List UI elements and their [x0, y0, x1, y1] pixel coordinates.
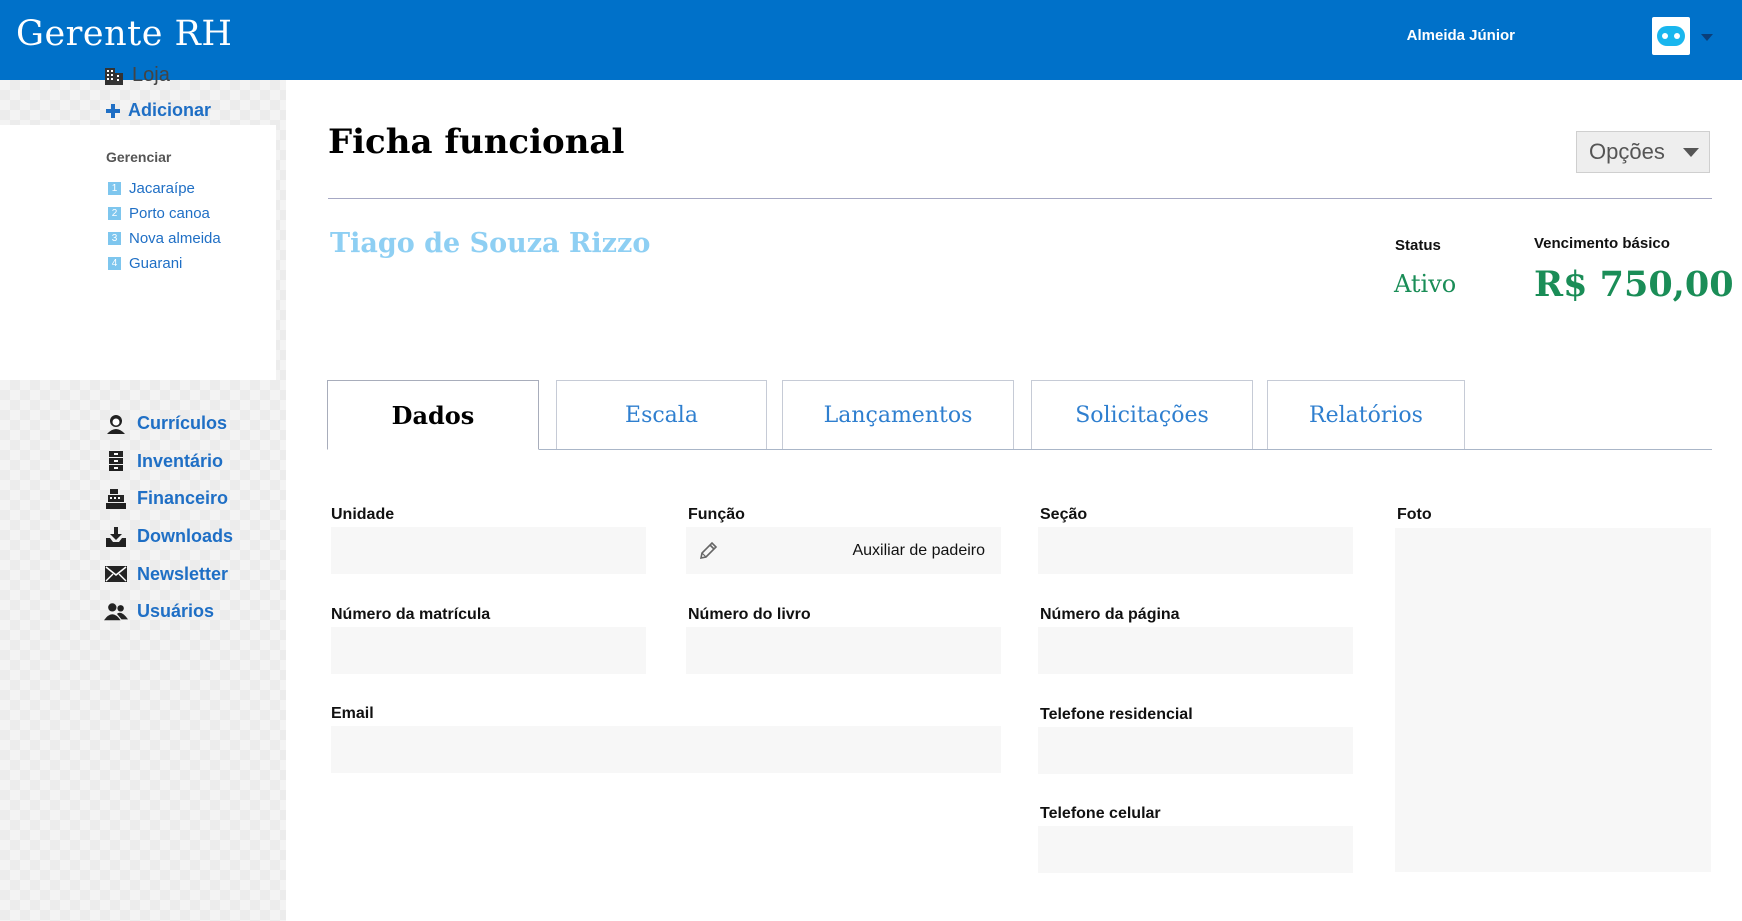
download-tray-icon: [104, 525, 128, 549]
store-item-label: Porto canoa: [129, 205, 210, 222]
funcao-value: Auxiliar de padeiro: [852, 541, 985, 559]
options-label: Opções: [1589, 139, 1665, 164]
email-field[interactable]: [331, 726, 1001, 773]
tab-relatorios[interactable]: Relatórios: [1267, 380, 1465, 449]
tel-residencial-label: Telefone residencial: [1040, 706, 1193, 723]
matricula-label: Número da matrícula: [331, 606, 491, 623]
building-icon: [105, 67, 123, 85]
tab-solicitacoes[interactable]: Solicitações: [1031, 380, 1253, 449]
cabinet-icon: [104, 449, 128, 473]
tel-celular-label: Telefone celular: [1040, 805, 1161, 822]
cash-register-icon: [104, 487, 128, 511]
envelope-icon: [104, 562, 128, 586]
store-item-jacaraipe[interactable]: 1 Jacaraípe: [108, 176, 221, 201]
store-number-badge: 4: [108, 257, 121, 270]
plus-icon: [106, 103, 120, 118]
user-name[interactable]: Almeida Júnior: [1407, 27, 1515, 44]
avatar-eye-left: [1662, 33, 1668, 39]
funcao-label: Função: [688, 506, 745, 523]
store-list: 1 Jacaraípe 2 Porto canoa 3 Nova almeida…: [108, 176, 221, 276]
store-number-badge: 2: [108, 207, 121, 220]
avatar-eye-right: [1674, 33, 1680, 39]
robot-avatar-icon[interactable]: [1652, 17, 1690, 55]
store-item-guarani[interactable]: 4 Guarani: [108, 251, 221, 276]
store-item-label: Guarani: [129, 255, 183, 272]
nav-label: Financeiro: [137, 488, 229, 509]
nav-label: Usuários: [137, 601, 215, 622]
status-value: Ativo: [1394, 270, 1457, 298]
store-title[interactable]: Loja: [104, 64, 170, 87]
chevron-down-icon: [1682, 147, 1699, 157]
tel-residencial-field[interactable]: [1038, 727, 1353, 774]
tab-dados[interactable]: Dados: [327, 380, 539, 450]
person-icon: [104, 412, 128, 436]
nav-label: Newsletter: [137, 563, 229, 584]
title-divider: [328, 198, 1712, 199]
tel-celular-field[interactable]: [1038, 826, 1353, 873]
nav-item-curriculos[interactable]: Currículos: [104, 405, 233, 443]
unidade-label: Unidade: [331, 506, 395, 523]
store-title-label: Loja: [132, 64, 170, 86]
avatar-face: [1657, 26, 1685, 46]
unidade-field[interactable]: [331, 527, 646, 574]
store-item-porto-canoa[interactable]: 2 Porto canoa: [108, 201, 221, 226]
store-number-badge: 1: [108, 182, 121, 195]
nav-item-usuarios[interactable]: Usuários: [104, 593, 233, 631]
users-icon: [104, 600, 128, 624]
employee-name: Tiago de Souza Rizzo: [330, 228, 651, 259]
pencil-icon[interactable]: [698, 541, 718, 561]
funcao-field[interactable]: Auxiliar de padeiro: [686, 527, 1001, 574]
store-number-badge: 3: [108, 232, 121, 245]
tab-escala[interactable]: Escala: [556, 380, 767, 449]
user-menu-chevron-down-icon[interactable]: [1701, 34, 1713, 41]
store-item-nova-almeida[interactable]: 3 Nova almeida: [108, 226, 221, 251]
store-item-label: Nova almeida: [129, 230, 221, 247]
options-dropdown-button[interactable]: Opções: [1576, 131, 1710, 173]
nav-label: Inventário: [137, 450, 224, 471]
store-item-label: Jacaraípe: [129, 180, 195, 197]
nav-item-newsletter[interactable]: Newsletter: [104, 555, 233, 593]
add-store-label: Adicionar: [128, 100, 212, 120]
top-bar: Gerente RH Almeida Júnior: [0, 0, 1742, 80]
salary-label: Vencimento básico: [1534, 235, 1670, 252]
salary-value: R$ 750,00: [1534, 264, 1734, 305]
main-nav: Currículos Inventário Financeiro Downloa…: [104, 405, 233, 631]
email-label: Email: [331, 705, 374, 722]
secao-label: Seção: [1040, 506, 1088, 523]
pagina-field[interactable]: [1038, 627, 1353, 674]
status-label: Status: [1395, 237, 1441, 254]
add-store-button[interactable]: Adicionar: [106, 100, 211, 121]
photo-placeholder[interactable]: [1395, 528, 1711, 872]
secao-field[interactable]: [1038, 527, 1353, 574]
pagina-label: Número da página: [1040, 606, 1180, 623]
tab-lancamentos[interactable]: Lançamentos: [782, 380, 1014, 449]
livro-label: Número do livro: [688, 606, 811, 623]
nav-label: Currículos: [137, 413, 228, 434]
foto-label: Foto: [1397, 506, 1432, 523]
nav-item-inventario[interactable]: Inventário: [104, 443, 233, 481]
app-title[interactable]: Gerente RH: [16, 14, 232, 54]
livro-field[interactable]: [686, 627, 1001, 674]
page-title: Ficha funcional: [328, 122, 625, 162]
nav-item-downloads[interactable]: Downloads: [104, 518, 233, 556]
nav-item-financeiro[interactable]: Financeiro: [104, 480, 233, 518]
matricula-field[interactable]: [331, 627, 646, 674]
nav-label: Downloads: [137, 526, 234, 547]
manage-heading: Gerenciar: [106, 149, 172, 165]
